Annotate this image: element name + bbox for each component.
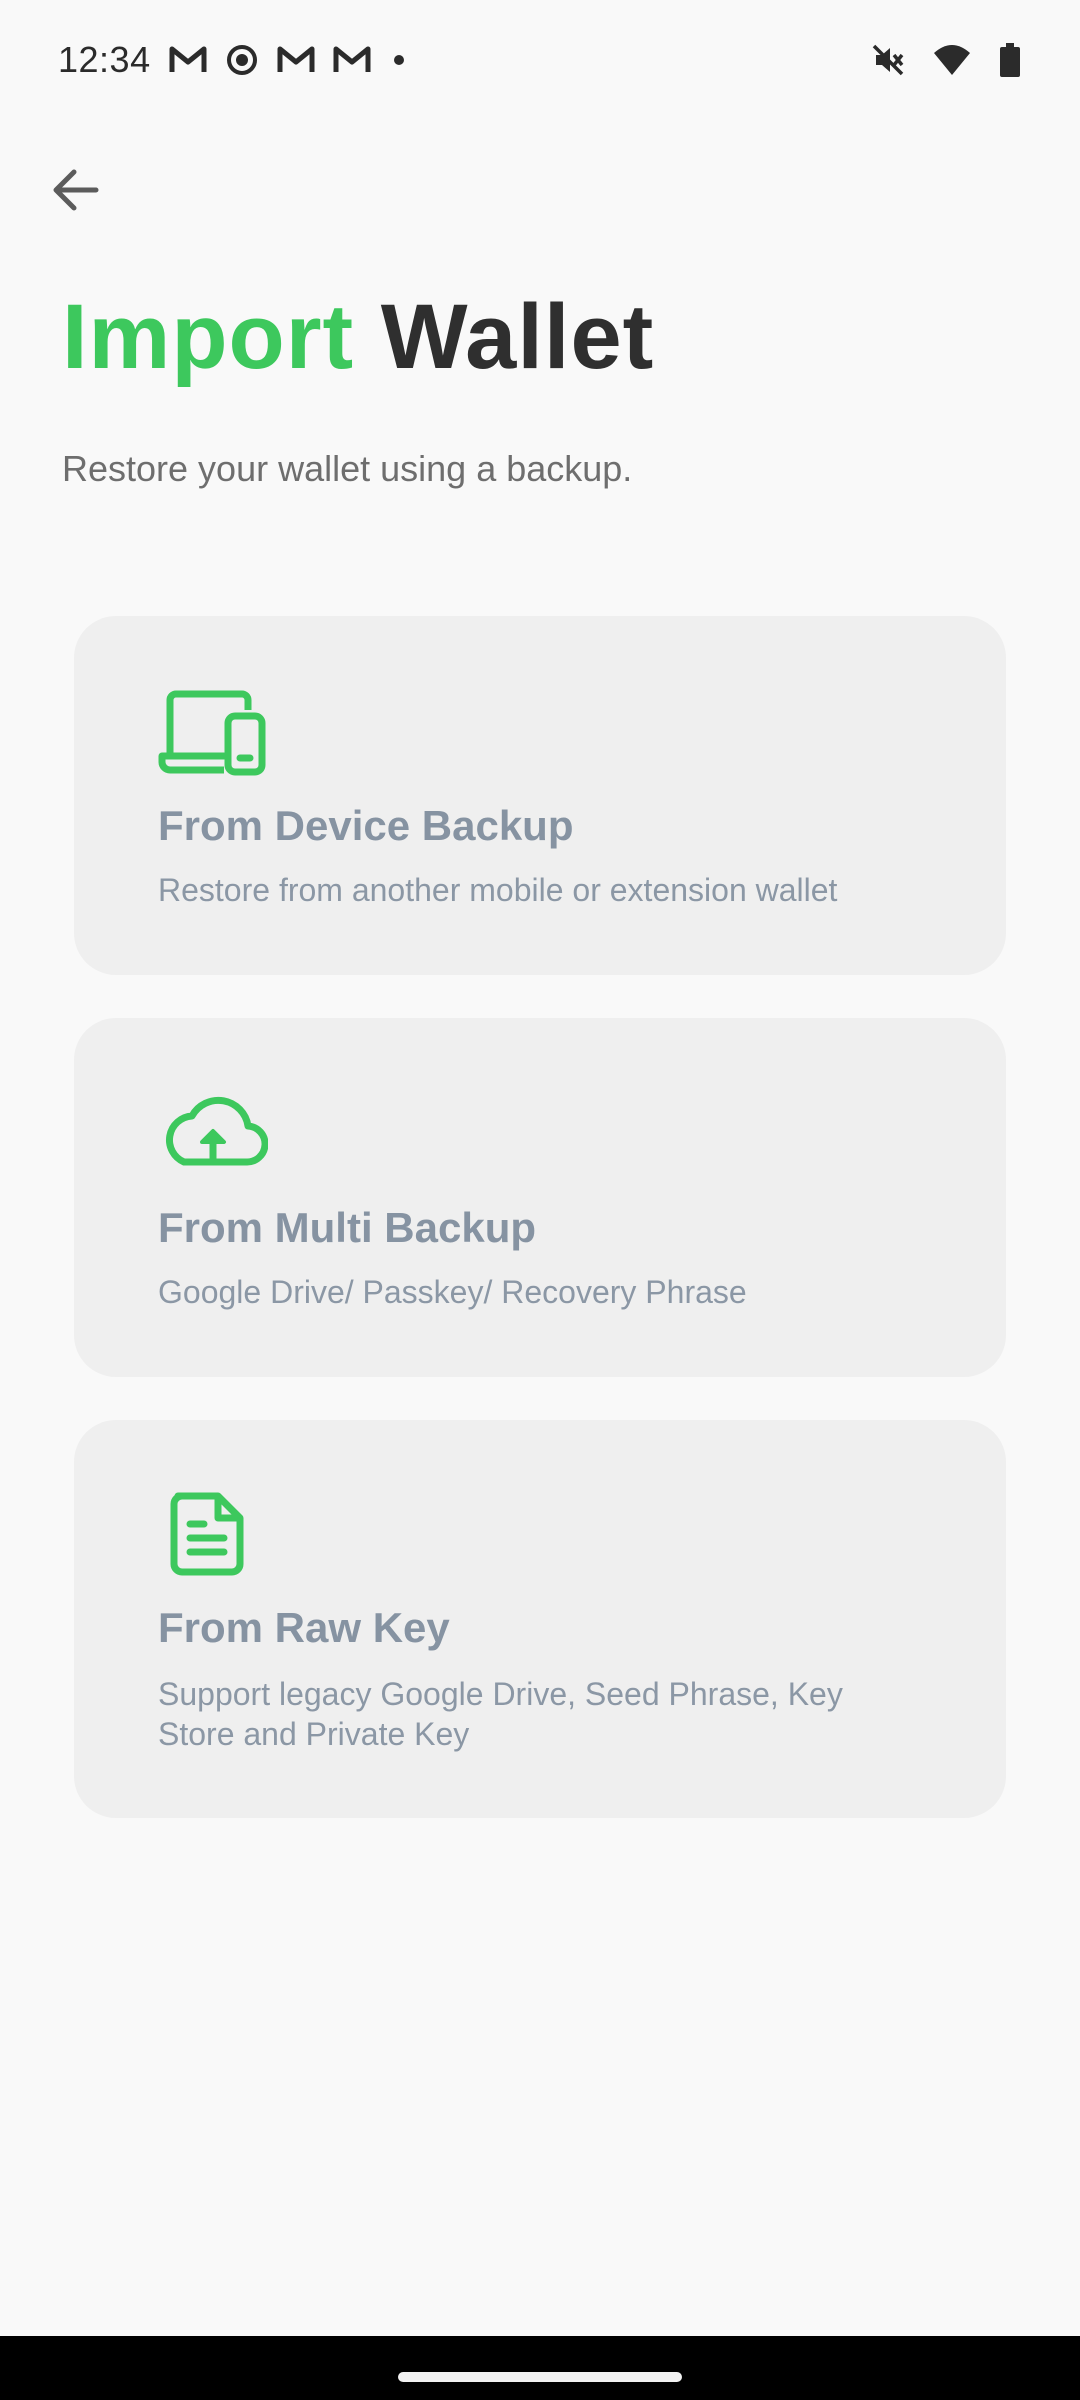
- page-title-main: Wallet: [380, 286, 655, 388]
- option-description: Google Drive/ Passkey/ Recovery Phrase: [158, 1274, 747, 1310]
- arrow-left-icon: [50, 168, 100, 212]
- option-title: From Device Backup: [158, 802, 574, 849]
- option-multi-backup[interactable]: From Multi Backup Google Drive/ Passkey/…: [74, 1018, 1006, 1377]
- option-title: From Multi Backup: [158, 1204, 537, 1251]
- status-right: [870, 42, 1022, 78]
- status-bar: 12:34: [0, 0, 1080, 120]
- document-icon: [168, 1492, 248, 1581]
- option-description: Support legacy Google Drive, Seed Phrase…: [158, 1676, 843, 1752]
- notification-dot-icon: [389, 50, 409, 70]
- page-title: Import Wallet: [62, 285, 654, 390]
- wifi-icon: [932, 43, 972, 77]
- gmail-icon: [169, 45, 207, 75]
- mute-icon: [870, 42, 906, 78]
- system-nav-bar: [0, 2336, 1080, 2400]
- option-description: Restore from another mobile or extension…: [158, 872, 838, 908]
- page-title-accent: Import: [62, 286, 355, 388]
- battery-icon: [998, 42, 1022, 78]
- gmail-icon: [333, 45, 371, 75]
- status-time: 12:34: [58, 39, 151, 80]
- option-raw-key[interactable]: From Raw Key Support legacy Google Drive…: [74, 1420, 1006, 1818]
- cloud-upload-icon: [158, 1092, 269, 1173]
- option-title: From Raw Key: [158, 1604, 450, 1651]
- status-left: 12:34: [58, 39, 409, 81]
- gmail-icon: [277, 45, 315, 75]
- back-button[interactable]: [40, 155, 110, 225]
- home-gesture-handle[interactable]: [398, 2372, 682, 2382]
- option-device-backup[interactable]: From Device Backup Restore from another …: [74, 616, 1006, 975]
- devices-icon: [158, 686, 268, 783]
- page-subtitle: Restore your wallet using a backup.: [62, 448, 633, 489]
- screen-record-icon: [225, 43, 259, 77]
